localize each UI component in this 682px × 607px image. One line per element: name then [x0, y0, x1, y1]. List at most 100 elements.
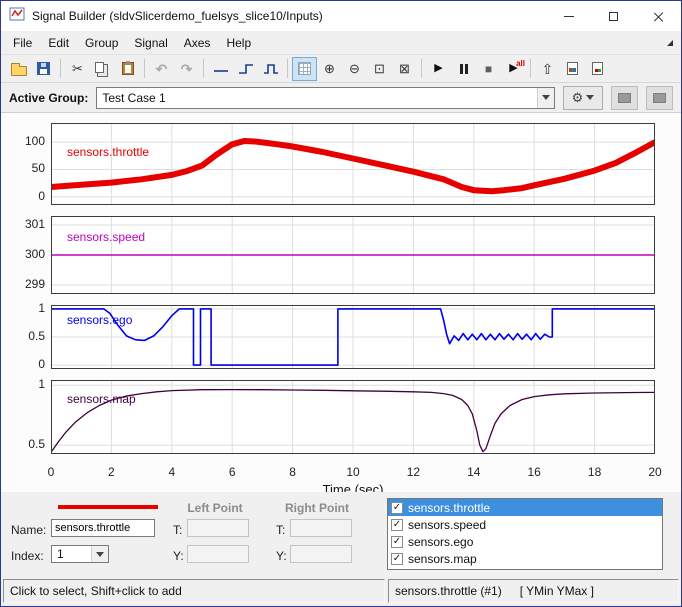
right-point-header: Right Point: [285, 501, 349, 515]
maximize-button[interactable]: [591, 1, 636, 31]
redo-button[interactable]: ↷: [174, 57, 199, 81]
pulse-signal-icon: [262, 60, 280, 78]
group-action-button-1[interactable]: [611, 85, 638, 110]
status-selection: sensors.throttle (#1) [ YMin YMax ]: [388, 579, 679, 603]
pause-simulation-button[interactable]: [451, 57, 476, 81]
menu-group[interactable]: Group: [77, 33, 126, 53]
menu-overflow-icon[interactable]: [667, 40, 673, 46]
signal-listbox[interactable]: ✓ sensors.throttle ✓ sensors.speed ✓ sensors.…: [387, 498, 663, 570]
cut-button[interactable]: ✂: [65, 57, 90, 81]
menu-signal[interactable]: Signal: [126, 33, 175, 53]
active-group-combobox[interactable]: Test Case 1: [96, 86, 555, 109]
run-all-button[interactable]: ▶ all: [501, 57, 526, 81]
signal-name-input[interactable]: [51, 519, 155, 537]
signal-list-item[interactable]: ✓ sensors.throttle: [388, 499, 662, 516]
close-button[interactable]: [636, 1, 681, 31]
open-button[interactable]: [6, 57, 31, 81]
toolbar-separator: [203, 59, 204, 78]
title-bar: Signal Builder (sldvSlicerdemo_fuelsys_s…: [1, 1, 681, 31]
draw-constant-button[interactable]: [208, 57, 233, 81]
magnifier-box-icon: ⊡: [374, 61, 385, 76]
checkbox-icon[interactable]: ✓: [391, 518, 403, 531]
x-tick-label: 10: [346, 465, 360, 479]
app-icon: [9, 6, 25, 27]
plot-sensors.ego[interactable]: 0 0.5 1 sensors.ego: [7, 301, 681, 372]
checkbox-icon[interactable]: ✓: [391, 552, 403, 565]
y-tick-label: 300: [24, 247, 45, 261]
paste-button[interactable]: [115, 57, 140, 81]
redo-arrow-icon: ↷: [180, 60, 193, 77]
y-axis-labels: 0.5 1: [7, 377, 51, 454]
plot-sensors.throttle[interactable]: 0 50 100 sensors.throttle: [7, 123, 681, 205]
export-button[interactable]: [585, 57, 610, 81]
y-tick-label: 1: [38, 300, 45, 315]
x-tick-label: 6: [228, 465, 236, 479]
play-icon: ▶: [434, 62, 443, 74]
gear-icon: ⚙: [571, 89, 584, 105]
plot-sensors.map[interactable]: 0.5 1 sensors.map: [7, 377, 681, 454]
save-button[interactable]: [31, 57, 56, 81]
menu-help[interactable]: Help: [218, 33, 259, 53]
panel-icon: [653, 92, 666, 103]
index-combobox[interactable]: 1: [51, 545, 109, 563]
copy-icon: [95, 61, 104, 73]
group-action-button-2[interactable]: [646, 85, 673, 110]
menu-edit[interactable]: Edit: [40, 33, 77, 53]
snap-grid-button[interactable]: [292, 56, 317, 81]
x-tick-label: 0: [47, 465, 55, 479]
status-selected-signal: sensors.throttle (#1): [395, 584, 502, 598]
x-tick-label: 16: [527, 465, 541, 479]
close-icon: [653, 11, 664, 22]
signal-editor-panel: Left Point Right Point Name: Index: 1 T:…: [1, 492, 681, 576]
zoom-in-y-button[interactable]: ⊖: [342, 57, 367, 81]
plot-sensors.speed[interactable]: 299 300 301 sensors.speed: [7, 216, 681, 294]
signal-list-item[interactable]: ✓ sensors.speed: [388, 516, 662, 533]
magnifier-minus-icon: ⊖: [349, 61, 360, 76]
signal-list-item[interactable]: ✓ sensors.ego: [388, 533, 662, 550]
window-title: Signal Builder (sldvSlicerdemo_fuelsys_s…: [32, 9, 323, 23]
copy-button[interactable]: [90, 57, 115, 81]
signal-list-item[interactable]: ✓ sensors.map: [388, 550, 662, 567]
stop-simulation-button[interactable]: ■: [476, 57, 501, 81]
menu-file[interactable]: File: [5, 33, 40, 53]
y-tick-label: 0: [38, 357, 45, 372]
y-tick-label: 301: [24, 217, 45, 231]
group-options-button[interactable]: ⚙: [563, 85, 603, 110]
signal-label: sensors.map: [67, 392, 136, 406]
chevron-down-icon[interactable]: [537, 87, 554, 108]
chevron-down-icon[interactable]: [91, 546, 108, 562]
signal-label: sensors.throttle: [67, 145, 150, 159]
toolbar-separator: [60, 59, 61, 78]
zoom-in-t-button[interactable]: ⊕: [317, 57, 342, 81]
signal-list-label: sensors.speed: [408, 517, 487, 532]
up-to-parent-button[interactable]: ⇧: [535, 57, 560, 81]
selected-signal-preview[interactable]: [58, 505, 158, 509]
draw-pulse-button[interactable]: [258, 57, 283, 81]
x-tick-label: 2: [108, 465, 115, 479]
zoom-box-button[interactable]: ⊡: [367, 57, 392, 81]
undo-arrow-icon: ↶: [155, 60, 168, 77]
x-tick-label: 20: [648, 465, 662, 479]
fit-view-button[interactable]: ⊠: [392, 57, 417, 81]
x-tick-label: 18: [587, 465, 602, 479]
x-axis-labels: 0 2 4 6 8 10 12 14 16 18 20: [7, 465, 681, 480]
checkbox-icon[interactable]: ✓: [391, 501, 403, 514]
toolbar-separator: [421, 59, 422, 78]
menu-axes[interactable]: Axes: [176, 33, 219, 53]
step-signal-icon: [237, 60, 255, 78]
right-point-y-input: [290, 545, 352, 563]
grid-icon: [298, 62, 311, 75]
right-point-y-label: Y:: [276, 549, 287, 563]
checkbox-icon[interactable]: ✓: [391, 535, 403, 548]
right-point-t-label: T:: [276, 523, 286, 537]
draw-step-button[interactable]: [233, 57, 258, 81]
y-tick-label: 100: [24, 134, 45, 149]
start-simulation-button[interactable]: ▶: [426, 57, 451, 81]
undo-button[interactable]: ↶: [149, 57, 174, 81]
minimize-button[interactable]: [546, 1, 591, 31]
pause-icon: [459, 63, 468, 74]
flat-line-icon: [212, 60, 230, 78]
signal-label: sensors.ego: [67, 313, 133, 327]
copy-figure-button[interactable]: [560, 57, 585, 81]
signal-label: sensors.speed: [67, 230, 146, 244]
